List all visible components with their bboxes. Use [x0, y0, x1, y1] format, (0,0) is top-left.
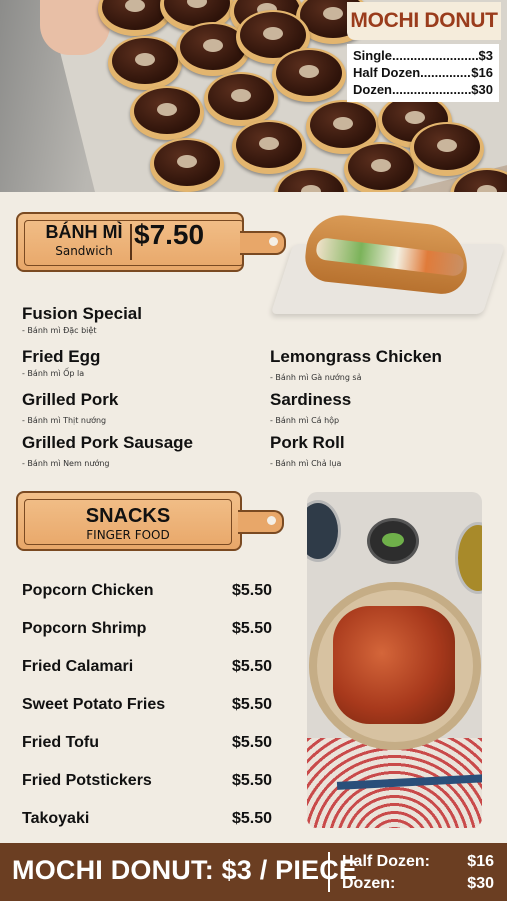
snack-item: Takoyaki $5.50 — [22, 810, 272, 827]
donut-hero-photo: MOCHI DONUT Single$3 Half Dozen$16 Dozen… — [0, 0, 507, 192]
board-handle — [240, 231, 286, 255]
price-row-single: Single$3 — [353, 47, 493, 64]
menu-item: Sardiness - Bánh mì Cá hộp — [270, 390, 352, 425]
donut — [108, 36, 182, 90]
footer-banner: MOCHI DONUT: $3 / PIECE Half Dozen: $16 D… — [0, 843, 507, 901]
board-handle — [238, 510, 284, 534]
price-row-half-dozen: Half Dozen$16 — [353, 64, 493, 81]
banh-mi-price: $7.50 — [134, 219, 205, 250]
footer-half-dozen: Half Dozen: $16 — [342, 853, 494, 870]
snack-item: Fried Calamari $5.50 — [22, 658, 272, 675]
footer-divider — [328, 852, 330, 892]
snacks-board: SNACKS FINGER FOOD — [16, 491, 284, 551]
banh-mi-subtitle: Sandwich — [55, 244, 113, 258]
menu-item: Pork Roll - Bánh mì Chả lụa — [270, 433, 345, 468]
donut — [150, 138, 224, 192]
board-divider — [130, 224, 132, 260]
donut-price-box: Single$3 Half Dozen$16 Dozen$30 — [347, 44, 499, 102]
snack-item: Fried Potstickers $5.50 — [22, 772, 272, 789]
footer-dozen: Dozen: $30 — [342, 875, 494, 892]
price-row-dozen: Dozen$30 — [353, 81, 493, 98]
donut — [232, 120, 306, 174]
banh-mi-heading: BÁNH MÌ — [45, 222, 123, 242]
snack-item: Popcorn Shrimp $5.50 — [22, 620, 272, 637]
menu-item: Grilled Pork - Bánh mì Thịt nướng — [22, 390, 119, 425]
donut — [344, 142, 418, 192]
menu-item: Fusion Special - Bánh mì Đặc biệt — [22, 304, 142, 335]
donut — [410, 122, 484, 176]
footer-main-price: MOCHI DONUT: $3 / PIECE — [12, 855, 358, 885]
snack-item: Sweet Potato Fries $5.50 — [22, 696, 272, 713]
snacks-subtitle: FINGER FOOD — [86, 528, 170, 542]
snack-item: Popcorn Chicken $5.50 — [22, 582, 272, 599]
snacks-heading: SNACKS — [85, 505, 171, 527]
donut — [204, 72, 278, 126]
menu-item: Fried Egg - Bánh mì Ốp la — [22, 347, 101, 378]
donut — [272, 48, 346, 102]
banh-mi-board: BÁNH MÌ Sandwich $7.50 — [16, 212, 286, 272]
mochi-donut-title: MOCHI DONUT — [347, 2, 501, 40]
menu-item: Grilled Pork Sausage - Bánh mì Nem nướng — [22, 433, 194, 468]
snack-item: Fried Tofu $5.50 — [22, 734, 272, 751]
donut — [130, 86, 204, 140]
board-inner-frame: SNACKS FINGER FOOD — [24, 499, 232, 545]
fried-tofu-photo — [307, 492, 482, 828]
menu-item: Lemongrass Chicken - Bánh mì Gà nướng sả — [270, 347, 442, 382]
